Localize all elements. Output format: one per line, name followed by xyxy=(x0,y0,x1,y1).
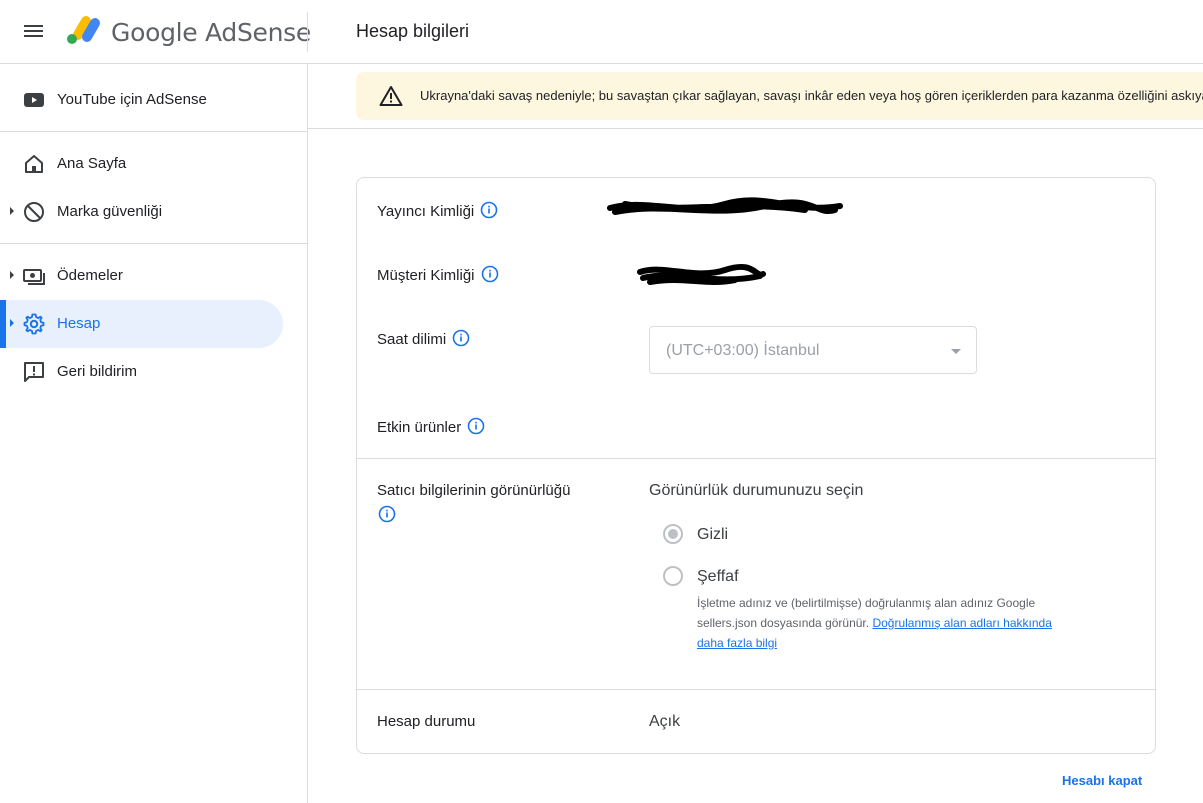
visibility-prompt: Görünürlük durumunuzu seçin xyxy=(649,482,864,499)
youtube-icon xyxy=(24,93,44,107)
sidebar-item-label: Hesap xyxy=(57,315,101,332)
warning-banner: Ukrayna'daki savaş nedeniyle; bu savaşta… xyxy=(356,72,1203,120)
transparent-description: İşletme adınız ve (belirtilmişse) doğrul… xyxy=(697,593,1077,653)
info-icon[interactable] xyxy=(452,329,470,347)
payments-icon xyxy=(23,269,45,285)
sidebar-item-label: Ana Sayfa xyxy=(57,155,127,172)
sidebar-item-home[interactable]: Ana Sayfa xyxy=(0,140,283,188)
block-icon xyxy=(24,202,44,222)
close-account-link[interactable]: Hesabı kapat xyxy=(1062,773,1142,788)
info-icon[interactable] xyxy=(481,265,499,283)
radio-transparent-label[interactable]: Şeffaf xyxy=(697,568,739,586)
radio-hidden[interactable] xyxy=(663,524,683,544)
expand-caret-icon xyxy=(10,207,14,215)
sidebar-item-label: Marka güvenliği xyxy=(57,203,163,220)
dropdown-arrow-icon xyxy=(951,349,961,354)
timezone-value: (UTC+03:00) İstanbul xyxy=(666,342,820,359)
sidebar-item-label: YouTube için AdSense xyxy=(57,91,207,108)
radio-hidden-label[interactable]: Gizli xyxy=(697,526,728,544)
redaction-scribble xyxy=(637,263,766,285)
banner-text: Ukrayna'daki savaş nedeniyle; bu savaşta… xyxy=(420,88,1203,103)
sidebar-item-youtube[interactable]: YouTube için AdSense xyxy=(0,76,283,124)
customer-id-row: Müşteri Kimliği xyxy=(377,265,499,284)
radio-transparent[interactable] xyxy=(663,566,683,586)
hamburger-menu-icon[interactable] xyxy=(22,22,46,42)
adsense-logo xyxy=(67,16,100,44)
sidebar-item-brand-safety[interactable]: Marka güvenliği xyxy=(0,188,283,236)
expand-caret-icon xyxy=(10,319,14,327)
timezone-row: Saat dilimi xyxy=(377,329,470,348)
card-divider xyxy=(357,689,1155,690)
warning-icon xyxy=(379,86,403,106)
account-status-value: Açık xyxy=(649,713,681,730)
publisher-id-row: Yayıncı Kimliği xyxy=(377,201,498,220)
seller-visibility-label: Satıcı bilgilerinin görünürlüğü xyxy=(377,482,571,499)
expand-caret-icon xyxy=(10,271,14,279)
account-status-label: Hesap durumu xyxy=(377,713,476,730)
top-app-bar: Google AdSense Hesap bilgileri xyxy=(0,0,1203,64)
info-icon[interactable] xyxy=(467,417,485,435)
feedback-icon xyxy=(24,362,44,382)
sidebar-item-account[interactable]: Hesap xyxy=(0,300,283,348)
publisher-id-label: Yayıncı Kimliği xyxy=(377,203,475,220)
info-icon[interactable] xyxy=(480,201,498,219)
sidebar-item-label: Ödemeler xyxy=(57,267,123,284)
sidebar-item-label: Geri bildirim xyxy=(57,363,138,380)
banner-area: Ukrayna'daki savaş nedeniyle; bu savaşta… xyxy=(308,64,1203,129)
timezone-label: Saat dilimi xyxy=(377,331,447,348)
sidebar-divider xyxy=(0,131,307,132)
card-divider xyxy=(357,458,1155,459)
redaction-scribble xyxy=(607,197,843,215)
sidebar: YouTube için AdSense Ana Sayfa Marka güv… xyxy=(0,64,308,803)
active-products-row: Etkin ürünler xyxy=(377,417,485,436)
home-icon xyxy=(25,155,43,173)
sidebar-item-payments[interactable]: Ödemeler xyxy=(0,252,283,300)
header-divider xyxy=(307,12,308,52)
account-info-card: Yayıncı Kimliği Müşteri Kimliği Saat dil… xyxy=(356,177,1156,754)
active-products-label: Etkin ürünler xyxy=(377,419,462,436)
gear-icon xyxy=(23,313,45,335)
sidebar-divider xyxy=(0,243,307,244)
sidebar-item-feedback[interactable]: Geri bildirim xyxy=(0,348,283,396)
info-icon[interactable] xyxy=(378,505,396,523)
timezone-select[interactable]: (UTC+03:00) İstanbul xyxy=(649,326,977,374)
customer-id-label: Müşteri Kimliği xyxy=(377,267,475,284)
page-title: Hesap bilgileri xyxy=(356,21,470,41)
brand-name: Google AdSense xyxy=(111,18,311,47)
